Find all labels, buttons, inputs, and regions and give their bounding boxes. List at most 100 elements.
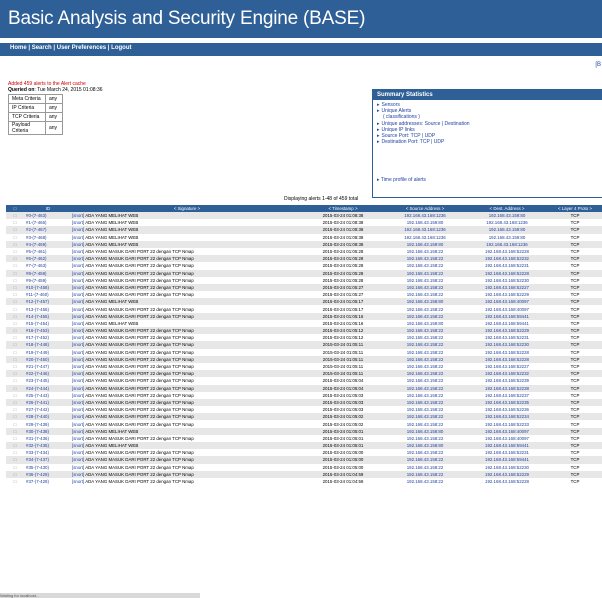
alert-id-link[interactable]: #0-(7-463) (24, 212, 72, 220)
alert-signature[interactable]: [snort] ADA YANG MASUK DARI PORT 22 deng… (72, 276, 302, 284)
alert-signature[interactable]: [snort] ADA YANG MELIHAT WEB (72, 219, 302, 227)
source-address-link[interactable]: 192.168.43.159:80 (384, 219, 466, 227)
alert-signature[interactable]: [snort] ADA YANG MASUK DARI PORT 22 deng… (72, 269, 302, 277)
alert-signature[interactable]: [snort] ADA YANG MASUK DARI PORT 22 deng… (72, 434, 302, 442)
snort-link[interactable]: [snort] (72, 213, 84, 218)
table-row[interactable]: □ #21-(7-447) [snort] ADA YANG MASUK DAR… (6, 362, 602, 371)
source-address-link[interactable]: 192.168.43.158:22 (384, 456, 466, 464)
table-row[interactable]: □ #32-(7-435) [snort] ADA YANG MELIHAT W… (6, 442, 602, 450)
row-checkbox[interactable]: □ (6, 377, 24, 385)
alert-signature[interactable]: [snort] ADA YANG MASUK DARI PORT 22 deng… (72, 312, 302, 320)
dest-address-link[interactable]: 192.168.43.168:52228 (466, 348, 548, 356)
alert-signature[interactable]: [snort] ADA YANG MASUK DARI PORT 22 deng… (72, 477, 302, 486)
dest-address-link[interactable]: 192.168.43.168:52230 (466, 276, 548, 284)
alert-id-link[interactable]: #22-(7-446) (24, 370, 72, 378)
alert-signature[interactable]: [snort] ADA YANG MASUK DARI PORT 22 deng… (72, 305, 302, 313)
source-address-link[interactable]: 192.168.43.158:22 (384, 370, 466, 378)
alert-signature[interactable]: [snort] ADA YANG MASUK DARI PORT 22 deng… (72, 283, 302, 292)
dest-address-link[interactable]: 192.168.43.168:59441 (466, 319, 548, 327)
row-checkbox[interactable]: □ (6, 305, 24, 313)
summary-item[interactable]: ▸ Destination Port: TCP | UDP (377, 139, 602, 145)
alert-id-link[interactable]: #3-(7-468) (24, 233, 72, 241)
table-row[interactable]: □ #8-(7-458) [snort] ADA YANG MASUK DARI… (6, 269, 602, 277)
row-checkbox[interactable]: □ (6, 427, 24, 435)
row-checkbox[interactable]: □ (6, 255, 24, 263)
alert-signature[interactable]: [snort] ADA YANG MASUK DARI PORT 22 deng… (72, 391, 302, 399)
source-address-link[interactable]: 192.168.43.158:22 (384, 291, 466, 299)
alert-id-link[interactable]: #30-(7-438) (24, 427, 72, 435)
source-address-link[interactable]: 192.168.43.158:80 (384, 319, 466, 327)
dest-address-link[interactable]: 192.168.43.168:52236 (466, 406, 548, 414)
alert-id-link[interactable]: #11-(7-460) (24, 291, 72, 299)
row-checkbox[interactable]: □ (6, 362, 24, 371)
snort-link[interactable]: [snort] (72, 256, 84, 261)
alert-id-link[interactable]: #16-(7-453) (24, 327, 72, 335)
alert-signature[interactable]: [snort] ADA YANG MELIHAT WEB (72, 240, 302, 248)
source-address-link[interactable]: 192.168.43.158:22 (384, 312, 466, 320)
source-address-link[interactable]: 192.168.43.158:22 (384, 327, 466, 335)
alert-signature[interactable]: [snort] ADA YANG MASUK DARI PORT 22 deng… (72, 449, 302, 457)
alert-id-link[interactable]: #18-(7-448) (24, 341, 72, 349)
source-address-link[interactable]: 192.168.43.158:22 (384, 398, 466, 407)
column-layer4-proto[interactable]: < Layer 4 Proto > (548, 205, 602, 212)
dest-address-link[interactable]: 192.168.43.168:52237 (466, 391, 548, 399)
row-checkbox[interactable]: □ (6, 456, 24, 464)
alert-id-link[interactable]: #7-(7-463) (24, 262, 72, 270)
snort-link[interactable]: [snort] (72, 249, 84, 254)
snort-link[interactable]: [snort] (72, 227, 84, 232)
dest-address-link[interactable]: 192.168.43.168:52227 (466, 283, 548, 292)
snort-link[interactable]: [snort] (72, 342, 84, 347)
row-checkbox[interactable]: □ (6, 434, 24, 442)
row-checkbox[interactable]: □ (6, 341, 24, 349)
row-checkbox[interactable]: □ (6, 449, 24, 457)
alert-id-link[interactable]: #23-(7-445) (24, 377, 72, 385)
source-address-link[interactable]: 192.168.43.158:22 (384, 406, 466, 414)
snort-link[interactable]: [snort] (72, 457, 84, 462)
source-address-link[interactable]: 192.168.43.158:22 (384, 434, 466, 442)
summary-item-label[interactable]: Sensors (382, 102, 400, 108)
alert-signature[interactable]: [snort] ADA YANG MASUK DARI PORT 22 deng… (72, 420, 302, 428)
table-row[interactable]: □ #26-(7-441) [snort] ADA YANG MASUK DAR… (6, 398, 602, 407)
snort-link[interactable]: [snort] (72, 271, 84, 276)
snort-link[interactable]: [snort] (72, 472, 84, 477)
row-checkbox[interactable]: □ (6, 420, 24, 428)
snort-link[interactable]: [snort] (72, 350, 84, 355)
source-address-link[interactable]: 192.168.43.158:22 (384, 362, 466, 371)
source-address-link[interactable]: 192.168.43.158:22 (384, 470, 466, 478)
snort-link[interactable]: [snort] (72, 307, 84, 312)
alert-id-link[interactable]: #19-(7-449) (24, 348, 72, 356)
nav-search-link[interactable]: Search (32, 45, 52, 51)
alert-signature[interactable]: [snort] ADA YANG MASUK DARI PORT 22 deng… (72, 370, 302, 378)
snort-link[interactable]: [snort] (72, 292, 84, 297)
source-address-link[interactable]: 192.168.43.168:1236 (384, 226, 466, 234)
nav-preferences-link[interactable]: User Preferences (57, 45, 106, 51)
table-row[interactable]: □ #3-(7-468) [snort] ADA YANG MELIHAT WE… (6, 233, 602, 241)
table-row[interactable]: □ #12-(7-457) [snort] ADA YANG MELIHAT W… (6, 298, 602, 306)
source-address-link[interactable]: 192.168.43.158:22 (384, 413, 466, 421)
alert-signature[interactable]: [snort] ADA YANG MELIHAT WEB (72, 226, 302, 234)
alert-id-link[interactable]: #31-(7-436) (24, 434, 72, 442)
source-address-link[interactable]: 192.168.43.158:22 (384, 283, 466, 292)
snort-link[interactable]: [snort] (72, 328, 84, 333)
column-dest-address[interactable]: < Dest. Address > (466, 205, 548, 212)
alert-id-link[interactable]: #36-(7-429) (24, 470, 72, 478)
row-checkbox[interactable]: □ (6, 413, 24, 421)
dest-address-link[interactable]: 192.168.43.168:52228 (466, 269, 548, 277)
alert-id-link[interactable]: #12-(7-457) (24, 298, 72, 306)
alert-id-link[interactable]: #26-(7-441) (24, 398, 72, 407)
alert-id-link[interactable]: #5-(7-461) (24, 247, 72, 256)
alert-signature[interactable]: [snort] ADA YANG MASUK DARI PORT 22 deng… (72, 247, 302, 256)
alert-signature[interactable]: [snort] ADA YANG MASUK DARI PORT 22 deng… (72, 398, 302, 407)
table-row[interactable]: □ #27-(7-442) [snort] ADA YANG MASUK DAR… (6, 406, 602, 414)
alert-signature[interactable]: [snort] ADA YANG MELIHAT WEB (72, 233, 302, 241)
column-timestamp[interactable]: < Timestamp > (302, 205, 384, 212)
alert-id-link[interactable]: #34-(7-437) (24, 456, 72, 464)
snort-link[interactable]: [snort] (72, 335, 84, 340)
row-checkbox[interactable]: □ (6, 370, 24, 378)
source-address-link[interactable]: 192.168.43.158:22 (384, 420, 466, 428)
table-row[interactable]: □ #31-(7-436) [snort] ADA YANG MASUK DAR… (6, 434, 602, 442)
alert-signature[interactable]: [snort] ADA YANG MASUK DARI PORT 22 deng… (72, 413, 302, 421)
row-checkbox[interactable]: □ (6, 247, 24, 256)
snort-link[interactable]: [snort] (72, 414, 84, 419)
snort-link[interactable]: [snort] (72, 400, 84, 405)
